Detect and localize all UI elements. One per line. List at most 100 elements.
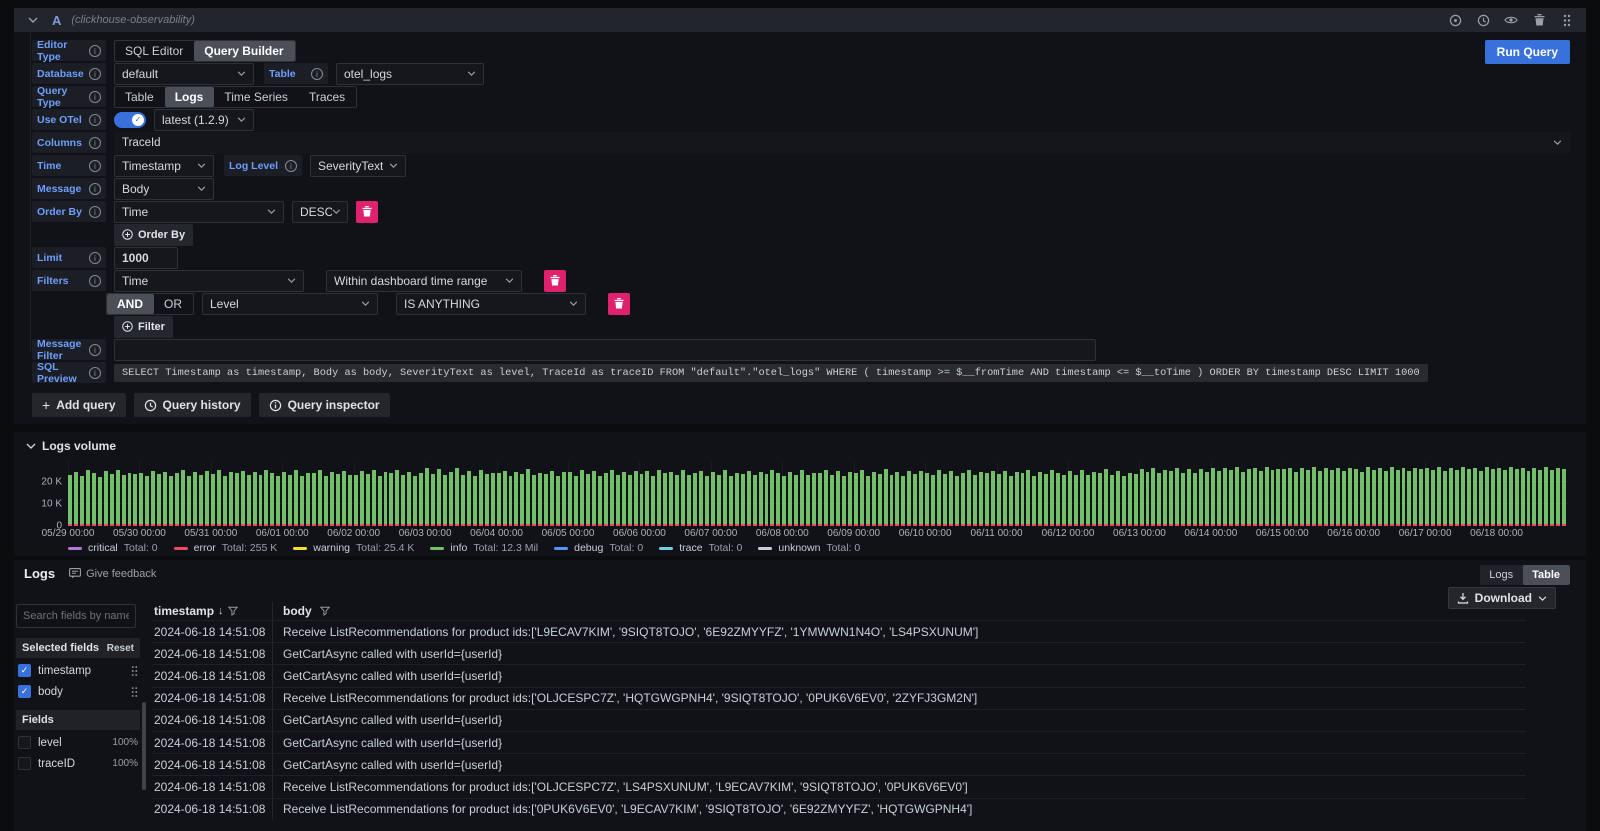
volume-bar[interactable]	[1288, 468, 1292, 526]
query-inspector-button[interactable]: Query inspector	[259, 393, 390, 417]
volume-bar[interactable]	[1407, 471, 1411, 526]
legend-label[interactable]: info	[450, 542, 467, 554]
volume-bar[interactable]	[1247, 469, 1251, 526]
legend-label[interactable]: unknown	[778, 542, 820, 554]
legend-label[interactable]: warning	[313, 542, 350, 554]
use-otel-toggle[interactable]: ✓	[114, 112, 146, 128]
volume-bar[interactable]	[1026, 470, 1030, 526]
info-icon[interactable]: i	[311, 68, 323, 80]
volume-bar[interactable]	[276, 476, 280, 526]
log-row[interactable]: 2024-06-18 14:51:08Receive ListRecommend…	[152, 687, 1526, 709]
volume-bar[interactable]	[866, 476, 870, 526]
volume-bar[interactable]	[157, 474, 161, 526]
volume-bar[interactable]	[628, 475, 632, 526]
volume-bar[interactable]	[550, 471, 554, 526]
volume-bar[interactable]	[342, 471, 346, 526]
checkbox-unchecked[interactable]	[18, 757, 31, 770]
volume-bar[interactable]	[288, 475, 292, 526]
volume-bar[interactable]	[562, 472, 566, 526]
filter-icon[interactable]	[228, 606, 238, 616]
volume-bar[interactable]	[1509, 467, 1513, 526]
drag-handle-icon[interactable]	[1558, 11, 1576, 29]
collapse-chevron-icon[interactable]	[24, 11, 42, 29]
volume-bar[interactable]	[919, 471, 923, 526]
volume-bar[interactable]	[1104, 469, 1108, 526]
volume-bar[interactable]	[1050, 470, 1054, 526]
volume-bar[interactable]	[1556, 468, 1560, 526]
volume-bar[interactable]	[1003, 471, 1007, 526]
volume-bar[interactable]	[241, 471, 245, 526]
volume-bar[interactable]	[949, 471, 953, 526]
volume-bar[interactable]	[1253, 468, 1257, 526]
volume-bar[interactable]	[979, 472, 983, 526]
legend-label[interactable]: error	[194, 542, 216, 554]
volume-bar[interactable]	[705, 476, 709, 526]
volume-bar[interactable]	[836, 471, 840, 526]
volume-bar[interactable]	[395, 470, 399, 526]
volume-bar[interactable]	[657, 470, 661, 526]
volume-bar[interactable]	[110, 474, 114, 526]
volume-bar[interactable]	[520, 474, 524, 526]
remove-order-by-button[interactable]	[356, 201, 378, 223]
option-logs[interactable]: Logs	[165, 87, 215, 107]
volume-bar[interactable]	[104, 471, 108, 526]
volume-bar[interactable]	[598, 476, 602, 526]
volume-bar[interactable]	[687, 475, 691, 526]
volume-bar[interactable]	[824, 470, 828, 526]
volume-bar[interactable]	[759, 472, 763, 526]
volume-bar[interactable]	[247, 475, 251, 526]
volume-bar[interactable]	[1312, 467, 1316, 526]
volume-bar[interactable]	[193, 472, 197, 526]
volume-bar[interactable]	[753, 475, 757, 526]
volume-bar[interactable]	[187, 476, 191, 526]
volume-bar[interactable]	[1544, 467, 1548, 526]
option-table[interactable]: Table	[1523, 565, 1570, 585]
volume-bar[interactable]	[878, 474, 882, 526]
volume-bar[interactable]	[467, 471, 471, 526]
legend-label[interactable]: critical	[88, 542, 118, 554]
sidebar-scrollbar[interactable]	[142, 702, 146, 790]
query-type-group[interactable]: TableLogsTime SeriesTraces	[114, 86, 357, 108]
volume-bar[interactable]	[830, 475, 834, 526]
time-select[interactable]: Timestamp	[114, 155, 214, 177]
log-row[interactable]: 2024-06-18 14:51:08GetCartAsync called w…	[152, 664, 1526, 686]
volume-bar[interactable]	[86, 470, 90, 526]
volume-bar[interactable]	[1538, 470, 1542, 526]
volume-bar[interactable]	[1348, 468, 1352, 526]
option-traces[interactable]: Traces	[299, 87, 356, 107]
limit-input[interactable]	[114, 247, 178, 269]
volume-bar[interactable]	[1431, 470, 1435, 526]
log-row[interactable]: 2024-06-18 14:51:08GetCartAsync called w…	[152, 709, 1526, 731]
volume-bar[interactable]	[1521, 468, 1525, 526]
volume-bar[interactable]	[318, 470, 322, 526]
volume-bar[interactable]	[223, 476, 227, 526]
volume-bar[interactable]	[806, 475, 810, 526]
option-table[interactable]: Table	[115, 87, 165, 107]
body-column-header[interactable]: body	[272, 602, 1526, 620]
logs-volume-chart[interactable]: 20 K10 K0	[68, 462, 1568, 526]
volume-bar[interactable]	[1461, 467, 1465, 526]
volume-bar[interactable]	[699, 471, 703, 526]
volume-bar[interactable]	[122, 475, 126, 526]
volume-bar[interactable]	[1562, 469, 1566, 526]
volume-bar[interactable]	[1110, 475, 1114, 526]
volume-bar[interactable]	[413, 476, 417, 526]
volume-bar[interactable]	[1032, 476, 1036, 526]
volume-bar[interactable]	[163, 472, 167, 527]
log-row[interactable]: 2024-06-18 14:51:08GetCartAsync called w…	[152, 731, 1526, 753]
logs-view-toggle[interactable]: LogsTable	[1480, 565, 1570, 585]
volume-bar[interactable]	[1467, 469, 1471, 526]
volume-bar[interactable]	[1294, 472, 1298, 526]
volume-bar[interactable]	[1306, 470, 1310, 526]
volume-bar[interactable]	[1378, 468, 1382, 526]
volume-bar[interactable]	[1402, 468, 1406, 526]
volume-bar[interactable]	[98, 477, 102, 526]
editor-type-group[interactable]: SQL EditorQuery Builder	[114, 40, 296, 62]
volume-bar[interactable]	[1372, 470, 1376, 526]
volume-bar[interactable]	[1300, 468, 1304, 526]
volume-bar[interactable]	[1062, 475, 1066, 526]
message-select[interactable]: Body	[114, 178, 214, 200]
volume-bar[interactable]	[348, 475, 352, 526]
message-filter-input[interactable]	[114, 339, 1096, 361]
volume-bar[interactable]	[294, 470, 298, 526]
